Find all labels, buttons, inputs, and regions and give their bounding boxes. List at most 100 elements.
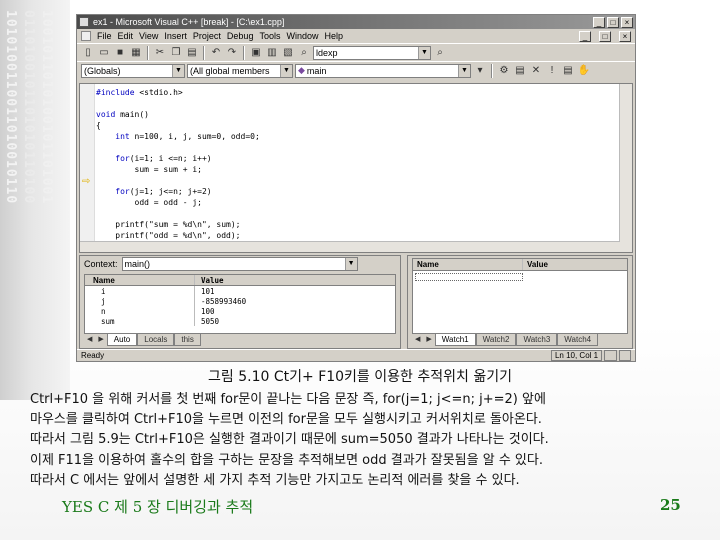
- copy-icon[interactable]: ❐: [169, 46, 183, 60]
- column-header-name[interactable]: Name: [413, 259, 523, 270]
- context-combo[interactable]: main() ▼: [121, 257, 358, 271]
- binary-decoration: 1010100110011010010110 01101001011010101…: [0, 0, 70, 400]
- tab-locals[interactable]: Locals: [137, 334, 175, 346]
- watch-table[interactable]: Name Value: [412, 258, 628, 334]
- chevron-down-icon[interactable]: ▼: [172, 64, 184, 77]
- redo-icon[interactable]: ↷: [225, 46, 239, 60]
- source-code[interactable]: #include <stdio.h> void main(){ int n=10…: [96, 87, 632, 241]
- code-line[interactable]: void main(): [96, 109, 632, 120]
- code-line[interactable]: [96, 142, 632, 153]
- column-header-name[interactable]: Name: [85, 275, 195, 285]
- code-line[interactable]: {: [96, 120, 632, 131]
- var-name: sum: [85, 316, 195, 326]
- page-number: 25: [660, 496, 681, 514]
- code-line[interactable]: for(j=1; j<=n; j+=2): [96, 186, 632, 197]
- tab-watch2[interactable]: Watch2: [475, 334, 517, 346]
- column-header-value[interactable]: Value: [195, 276, 395, 285]
- tab-watch1[interactable]: Watch1: [434, 334, 476, 346]
- tab-scroll-left-icon[interactable]: ◀: [84, 334, 95, 346]
- minimize-button[interactable]: _: [593, 16, 605, 28]
- menu-insert[interactable]: Insert: [164, 31, 187, 41]
- save-icon[interactable]: ■: [113, 46, 127, 60]
- members-combo[interactable]: (All global members ▼: [187, 63, 293, 78]
- menu-view[interactable]: View: [139, 31, 158, 41]
- scope-combo[interactable]: (Globals) ▼: [81, 63, 185, 78]
- close-button[interactable]: ×: [621, 16, 633, 28]
- scope-combo-value: (Globals): [84, 65, 121, 76]
- code-line[interactable]: sum = sum + i;: [96, 164, 632, 175]
- code-line[interactable]: [96, 98, 632, 109]
- code-line[interactable]: [96, 208, 632, 219]
- code-line[interactable]: #include <stdio.h>: [96, 87, 632, 98]
- menu-edit[interactable]: Edit: [118, 31, 134, 41]
- horizontal-scrollbar[interactable]: [80, 241, 620, 252]
- code-line[interactable]: printf("odd = %d\n", odd);: [96, 230, 632, 241]
- title-bar: ex1 - Microsoft Visual C++ [break] - [C:…: [77, 15, 635, 29]
- maximize-button[interactable]: □: [607, 16, 619, 28]
- editor-gutter[interactable]: [80, 84, 95, 252]
- code-line[interactable]: int n=100, i, j, sum=0, odd=0;: [96, 131, 632, 142]
- code-line[interactable]: for(i=1; i <=n; i++): [96, 153, 632, 164]
- workspace-icon[interactable]: ▣: [249, 46, 263, 60]
- find-combo[interactable]: ldexp ▼: [313, 45, 431, 60]
- menu-project[interactable]: Project: [193, 31, 221, 41]
- menu-tools[interactable]: Tools: [259, 31, 280, 41]
- wizard-action-icon[interactable]: ▾: [473, 64, 487, 78]
- menu-help[interactable]: Help: [324, 31, 343, 41]
- tab-scroll-right-icon[interactable]: ▶: [95, 334, 106, 346]
- watch-tabs: ◀ ▶ Watch1 Watch2 Watch3 Watch4: [412, 334, 599, 346]
- output-icon[interactable]: ▥: [265, 46, 279, 60]
- new-watch-entry[interactable]: [415, 273, 523, 281]
- new-file-icon[interactable]: ▯: [81, 46, 95, 60]
- paste-icon[interactable]: ▤: [185, 46, 199, 60]
- chevron-down-icon[interactable]: ▼: [280, 64, 292, 77]
- tab-scroll-left-icon[interactable]: ◀: [412, 334, 423, 346]
- tab-watch3[interactable]: Watch3: [516, 334, 558, 346]
- paragraph-line: 따라서 그림 5.9는 Ctrl+F10은 실행한 결과이기 때문에 sum=5…: [30, 432, 549, 448]
- chevron-down-icon[interactable]: ▼: [418, 46, 430, 59]
- code-editor[interactable]: ⇨ #include <stdio.h> void main(){ int n=…: [79, 83, 633, 253]
- find-icon[interactable]: ⌕: [433, 46, 447, 60]
- go-icon[interactable]: ▤: [561, 64, 575, 78]
- breakpoint-icon[interactable]: ✋: [577, 64, 591, 78]
- document-icon[interactable]: [81, 31, 91, 41]
- vertical-scrollbar[interactable]: [619, 84, 632, 252]
- code-line[interactable]: printf("sum = %d\n", sum);: [96, 219, 632, 230]
- code-line[interactable]: [96, 175, 632, 186]
- compile-icon[interactable]: ⚙: [497, 64, 511, 78]
- context-row: Context: main() ▼: [80, 256, 400, 272]
- tab-auto[interactable]: Auto: [106, 334, 138, 346]
- save-all-icon[interactable]: ▦: [129, 46, 143, 60]
- build-icon[interactable]: ▤: [513, 64, 527, 78]
- tab-scroll-right-icon[interactable]: ▶: [423, 334, 434, 346]
- open-folder-icon[interactable]: ▭: [97, 46, 111, 60]
- tab-this[interactable]: this: [174, 334, 201, 346]
- window-list-icon[interactable]: ▧: [281, 46, 295, 60]
- var-value: 5050: [201, 316, 220, 326]
- menu-window[interactable]: Window: [286, 31, 318, 41]
- cut-icon[interactable]: ✂: [153, 46, 167, 60]
- menu-debug[interactable]: Debug: [227, 31, 254, 41]
- menu-file[interactable]: File: [97, 31, 112, 41]
- doc-close-button[interactable]: ×: [619, 30, 631, 42]
- members-combo-value: (All global members: [190, 65, 270, 76]
- chevron-down-icon[interactable]: ▼: [458, 64, 470, 77]
- status-indicator: [604, 350, 617, 361]
- footer-title: YES C 제 5 장 디버깅과 추적: [62, 498, 254, 516]
- binary-strip: 1001011010100101101001: [39, 10, 54, 205]
- code-line[interactable]: odd = odd - j;: [96, 197, 632, 208]
- chevron-down-icon[interactable]: ▼: [344, 258, 357, 270]
- doc-minimize-button[interactable]: _: [579, 30, 591, 42]
- column-header-value[interactable]: Value: [523, 260, 548, 269]
- undo-icon[interactable]: ↶: [209, 46, 223, 60]
- function-combo[interactable]: ◆ main ▼: [295, 63, 471, 78]
- table-row[interactable]: sum 5050: [85, 316, 395, 326]
- doc-restore-button[interactable]: □: [599, 30, 611, 42]
- table-row[interactable]: i 101: [85, 286, 395, 296]
- find-files-icon[interactable]: ⌕: [297, 46, 311, 60]
- table-row[interactable]: n 100: [85, 306, 395, 316]
- execute-icon[interactable]: !: [545, 64, 559, 78]
- tab-watch4[interactable]: Watch4: [557, 334, 599, 346]
- stop-build-icon[interactable]: ✕: [529, 64, 543, 78]
- table-row[interactable]: j -858993460: [85, 296, 395, 306]
